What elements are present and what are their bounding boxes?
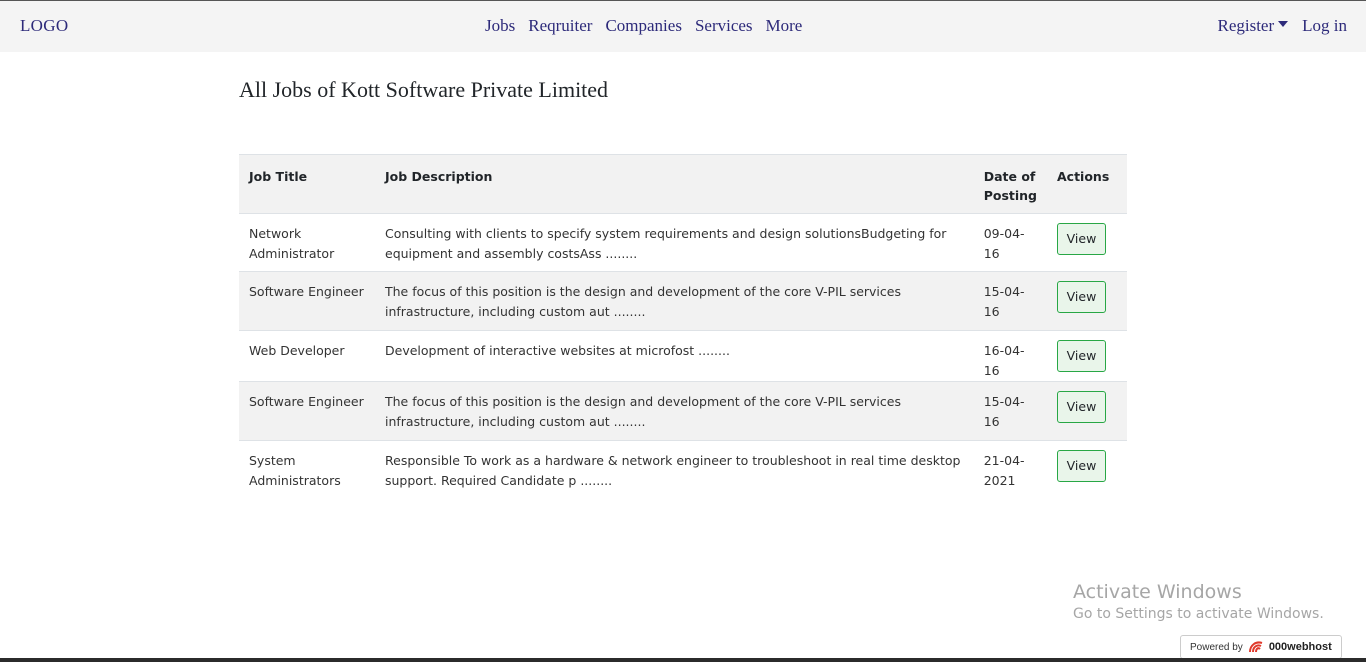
job-description-cell: Consulting with clients to specify syste… [385,226,947,261]
job-title-cell: Software Engineer [249,284,364,299]
activate-windows-title: Activate Windows [1073,581,1242,603]
table-row: Network Administrator Consulting with cl… [239,213,1127,272]
powered-by-brand: 000webhost [1268,641,1332,653]
actions-cell: View [1047,214,1127,272]
date-cell: 15-04-16 [983,394,1025,429]
job-title-cell: System Administrators [249,453,341,488]
job-description-cell: Responsible To work as a hardware & netw… [385,453,961,488]
view-button[interactable]: View [1057,223,1106,255]
register-label: Register [1217,16,1275,35]
job-description-cell: The focus of this position is the design… [385,284,901,319]
register-dropdown[interactable]: Register [1217,16,1289,36]
job-title-cell: Web Developer [249,343,345,358]
nav-link-more[interactable]: More [766,16,803,36]
job-description-cell: The focus of this position is the design… [385,394,901,429]
date-cell: 21-04-2021 [983,453,1025,488]
job-description-cell: Development of interactive websites at m… [385,343,730,358]
powered-by-badge[interactable]: Powered by 000webhost [1180,635,1342,659]
powered-by-label: Powered by [1190,641,1243,653]
nav-link-reqruiter[interactable]: Reqruiter [528,16,592,36]
date-cell: 09-04-16 [983,226,1025,261]
taskbar-strip [0,658,1366,662]
actions-cell: View [1047,272,1127,331]
logo[interactable]: LOGO [20,16,68,36]
activate-windows-subtitle: Go to Settings to activate Windows. [1073,606,1324,622]
caret-down-icon [1278,21,1289,27]
table-header-row: Job Title Job Description Date of Postin… [239,154,1127,214]
view-button[interactable]: View [1057,391,1106,423]
table-row: Software Engineer The focus of this posi… [239,381,1127,441]
view-button[interactable]: View [1057,450,1106,482]
table-row: Web Developer Development of interactive… [239,330,1127,382]
job-title-cell: Software Engineer [249,394,364,409]
view-button[interactable]: View [1057,340,1106,372]
header-date-of-posting: Date of Posting [983,169,1037,203]
actions-cell: View [1047,382,1127,441]
page-title: All Jobs of Kott Software Private Limite… [239,77,609,102]
webhost-logo-icon [1248,641,1263,653]
table-row: System Administrators Responsible To wor… [239,440,1127,499]
actions-cell: View [1047,331,1127,382]
header-job-description: Job Description [385,169,493,184]
header-job-title: Job Title [249,169,308,184]
jobs-table: Job Title Job Description Date of Postin… [239,154,1127,499]
actions-cell: View [1047,441,1127,499]
job-title-cell: Network Administrator [249,226,335,261]
nav-link-services[interactable]: Services [695,16,753,36]
nav-link-companies[interactable]: Companies [605,16,682,36]
top-navbar: LOGO Jobs Reqruiter Companies Services M… [0,1,1366,52]
header-actions: Actions [1057,169,1110,184]
view-button[interactable]: View [1057,281,1106,313]
table-row: Software Engineer The focus of this posi… [239,271,1127,331]
date-cell: 15-04-16 [983,284,1025,319]
main-nav: Jobs Reqruiter Companies Services More [485,16,802,36]
date-cell: 16-04-16 [983,343,1025,378]
account-nav: Register Log in [1217,16,1347,36]
nav-link-jobs[interactable]: Jobs [485,16,515,36]
login-link[interactable]: Log in [1302,16,1347,36]
